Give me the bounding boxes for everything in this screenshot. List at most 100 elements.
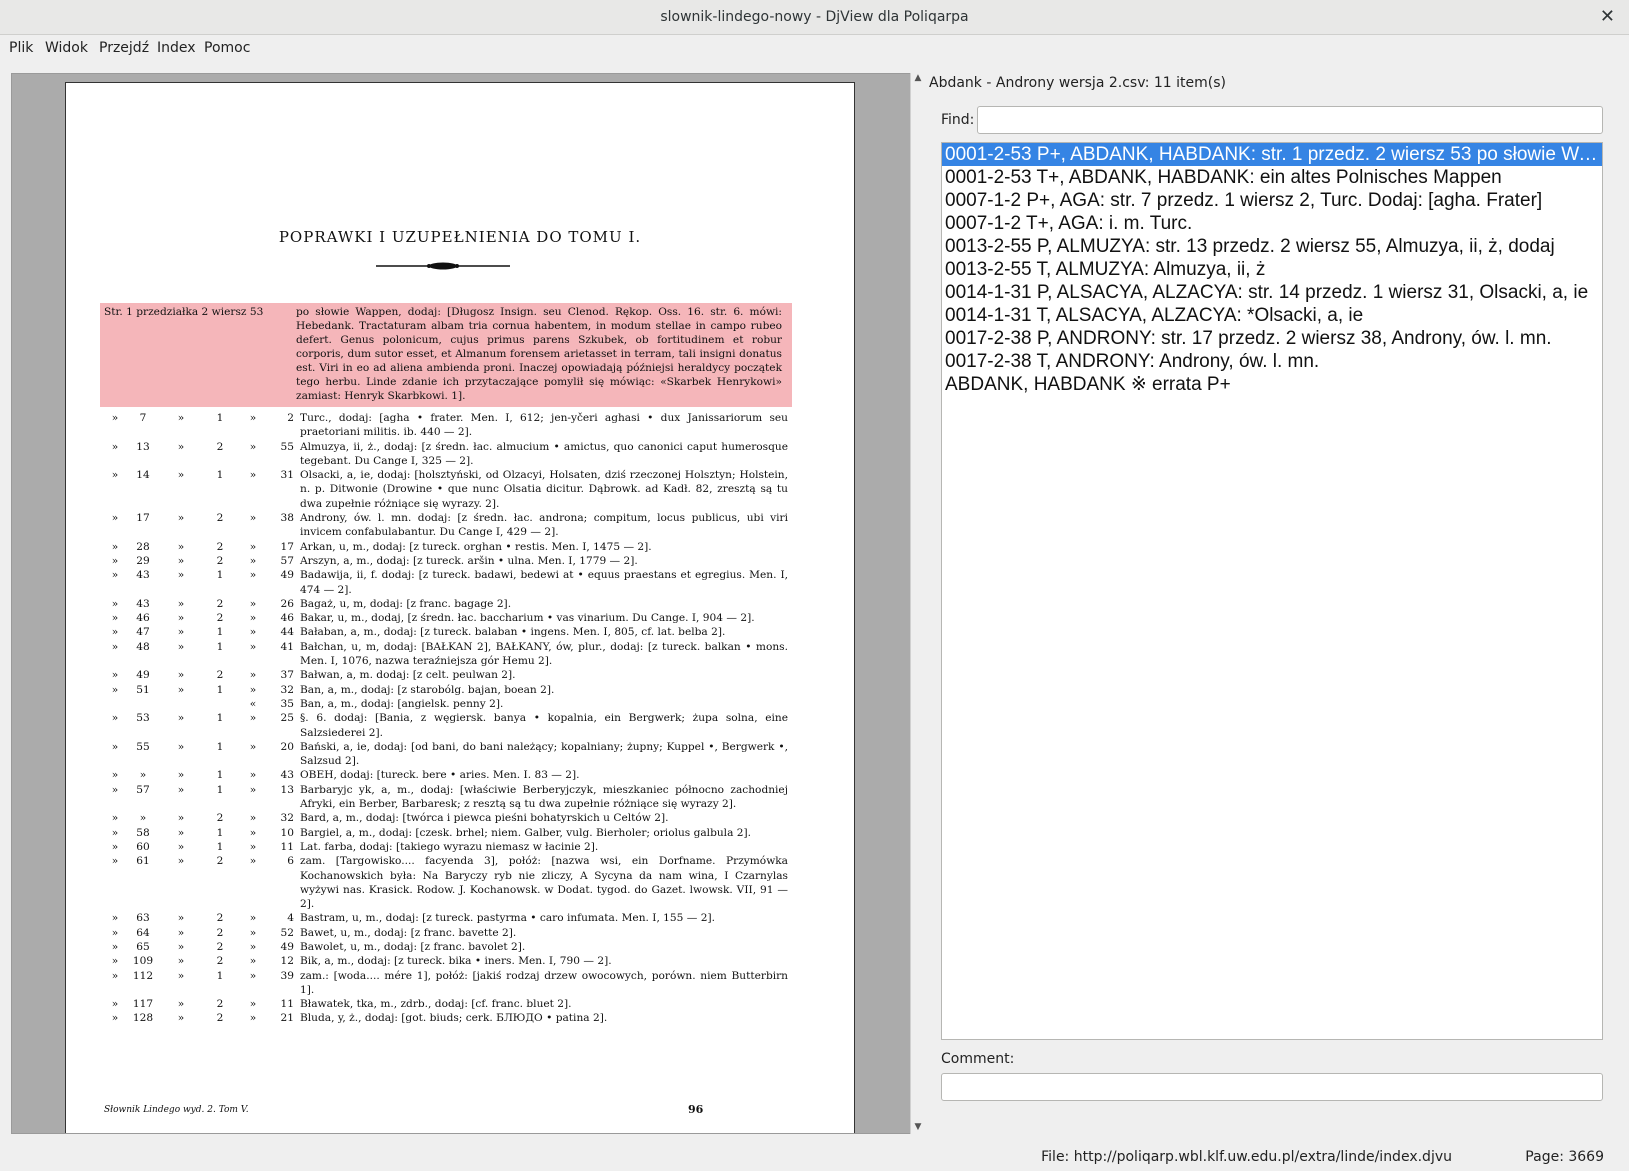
entry-ref-cell: » (111, 940, 119, 953)
comment-input[interactable] (941, 1073, 1603, 1101)
entry-ref-cell: 53 (136, 712, 150, 725)
menu-przejdz[interactable]: Przejdź (99, 40, 149, 56)
document-viewer[interactable]: POPRAWKI I UZUPEŁNIENIA DO TOMU I. Str. … (11, 73, 911, 1134)
menu-plik[interactable]: Plik (9, 40, 33, 56)
entry-row: » 117 » 2 » 11 Bławatek, tka, m., zdrb., dodaj… (104, 997, 788, 1011)
index-list-item[interactable]: 0013-2-55 P, ALMUZYA: str. 13 przedz. 2 … (942, 235, 1602, 258)
entry-ref-cell: 1 (216, 412, 224, 424)
scroll-up-icon[interactable]: ▲ (912, 73, 924, 85)
entry-row: » 29 » 2 » 57 Arszyn, a, m., dodaj: [z tureck.… (104, 554, 788, 568)
entry-text: Bik, a, m., dodaj: [z tureck. bika • ine… (300, 955, 612, 968)
entry-ref-cell: 58 (136, 826, 150, 839)
index-list-item[interactable]: 0007-1-2 P+, AGA: str. 7 przedz. 1 wiers… (942, 189, 1602, 212)
entry-ref-cell: 20 (280, 740, 294, 753)
entry-text: Almuzya, ii, ż., dodaj: [z średn. łac. a… (300, 440, 788, 467)
entry-ref-cell: 13 (136, 440, 150, 453)
entry-ref-cell: 52 (280, 926, 294, 939)
menu-index[interactable]: Index (157, 40, 196, 56)
entry-ref-cell: 2 (216, 998, 224, 1011)
index-list[interactable]: 0001-2-53 P+, ABDANK, HABDANK: str. 1 pr… (941, 142, 1603, 1040)
entry-ref-cell: » (111, 769, 119, 782)
entry-ref-cell: » (249, 554, 257, 567)
index-list-item[interactable]: 0017-2-38 P, ANDRONY: str. 17 przedz. 2 … (942, 327, 1602, 350)
entry-row: » » » 2 » 32 Bard, a, m., dodaj: [twórca i pie… (104, 811, 788, 825)
index-list-item[interactable]: 0007-1-2 T+, AGA: i. m. Turc. (942, 212, 1602, 235)
entry-text: Turc., dodaj: [agha • frater. Men. I, 61… (300, 412, 788, 439)
status-page: Page: 3669 (1525, 1149, 1604, 1165)
index-panel: Abdank - Androny wersja 2.csv: 11 item(s… (929, 73, 1618, 1134)
entry-text: Ban, a, m., dodaj: [angielsk. penny 2]. (300, 697, 504, 710)
entry-row: » 63 » 2 » 4 Bastram, u, m., dodaj: [z tureck.… (104, 911, 788, 925)
entry-text: zam. [Targowisko.... facyenda 3], połóż:… (300, 855, 788, 911)
index-list-item[interactable]: 0014-1-31 T, ALSACYA, ALZACYA: *Olsacki,… (942, 304, 1602, 327)
entry-ref-cell: » (111, 412, 119, 424)
entry-ref-cell: » (139, 769, 147, 782)
entry-text: Olsacki, a, ie, dodaj: [holsztyński, od … (300, 469, 788, 510)
entry-ref-cell: » (249, 440, 257, 453)
entry-ref-cell: « (249, 697, 257, 710)
entry-row: » 14 » 1 » 31 Olsacki, a, ie, dodaj: [holsztyń… (104, 468, 788, 511)
entry-ref-cell: » (177, 512, 185, 525)
entry-ref-cell: » (249, 469, 257, 482)
entry-ref-cell: 1 (216, 840, 224, 853)
entry-ref-cell: » (249, 855, 257, 868)
entry-ref-cell: » (249, 969, 257, 982)
entry-ref-cell: 28 (136, 540, 150, 553)
index-list-item[interactable]: 0001-2-53 P+, ABDANK, HABDANK: str. 1 pr… (942, 143, 1602, 166)
entry-ref-cell: 2 (216, 926, 224, 939)
entry-ref-cell: » (249, 540, 257, 553)
entry-ref-cell: » (111, 740, 119, 753)
entry-ref-cell: » (249, 840, 257, 853)
entry-row: » 55 » 1 » 20 Bański, a, ie, dodaj: [od bani, … (104, 740, 788, 769)
entry-ref-cell: » (111, 669, 119, 682)
entry-ref-cell: 1 (216, 469, 224, 482)
entry-row: « 35 Ban, a, m., dodaj: [angielsk. penny 2… (104, 697, 788, 711)
find-input[interactable] (977, 106, 1603, 134)
entry-ref-cell: » (177, 683, 185, 696)
entry-row: » 48 » 1 » 41 Bałchan, u, m, dodaj: [BAŁKAN 2]… (104, 640, 788, 669)
entry-text: Arszyn, a, m., dodaj: [z tureck. aršin •… (300, 554, 638, 567)
entry-ref-cell: » (249, 712, 257, 725)
entry-row: » 43 » 1 » 49 Badawija, ii, f. dodaj: [z turec… (104, 568, 788, 597)
entry-ref-cell: » (177, 612, 185, 625)
entry-ref-cell: 47 (136, 626, 150, 639)
entry-ref-cell: » (177, 855, 185, 868)
scroll-down-icon[interactable]: ▼ (912, 1122, 924, 1134)
index-list-item[interactable]: 0001-2-53 T+, ABDANK, HABDANK: ein altes… (942, 166, 1602, 189)
entry-ref-cell: » (249, 412, 257, 424)
status-bar: File: http://poliqarp.wbl.klf.uw.edu.pl/… (0, 1140, 1629, 1171)
entry-row: » 46 » 2 » 46 Bakar, u, m., dodaj, [z średn. ł… (104, 611, 788, 625)
entry-ref-cell: 57 (136, 783, 150, 796)
entry-ref-cell: » (177, 540, 185, 553)
entry-ref-cell: » (111, 955, 119, 968)
entry-ref-cell: » (249, 783, 257, 796)
index-list-item[interactable]: ABDANK, HABDANK ※ errata P+ (942, 373, 1602, 396)
entry-ref-cell: » (177, 940, 185, 953)
entry-ref-cell: » (111, 554, 119, 567)
entry-ref-cell: 17 (136, 512, 150, 525)
entry-ref-cell: 43 (136, 569, 150, 582)
index-list-item[interactable]: 0017-2-38 T, ANDRONY: Androny, ów. l. mn… (942, 350, 1602, 373)
entry-ref-cell (160, 697, 202, 711)
document-scrollbar[interactable]: ▲ ▼ (910, 73, 924, 1134)
menu-pomoc[interactable]: Pomoc (204, 40, 250, 56)
entry-row: » » » 1 » 43 ОВЕН, dodaj: [tureck. bere • arie… (104, 768, 788, 782)
entry-ref-cell: 117 (132, 998, 154, 1011)
entry-ref-cell: 39 (280, 969, 294, 982)
page-footer-source: Słownik Lindego wyd. 2. Tom V. (104, 1105, 249, 1115)
index-list-item[interactable]: 0013-2-55 T, ALMUZYA: Almuzya, ii, ż (942, 258, 1602, 281)
entry-row: » 60 » 1 » 11 Lat. farba, dodaj: [takiego wyra… (104, 840, 788, 854)
entry-ref-cell: 46 (136, 612, 150, 625)
entry-ref-cell: » (177, 712, 185, 725)
entry-ref-cell: 57 (280, 554, 294, 567)
entry-ref-cell: » (139, 812, 147, 825)
entry-ref-cell: 17 (280, 540, 294, 553)
entry-text: po słowie Wappen, dodaj: [Długosz Insign… (296, 306, 782, 402)
entry-ref-cell: » (111, 540, 119, 553)
entry-ref-cell (126, 697, 160, 711)
close-icon[interactable]: ✕ (1600, 6, 1615, 27)
index-list-item[interactable]: 0014-1-31 P, ALSACYA, ALZACYA: str. 14 p… (942, 281, 1602, 304)
menu-widok[interactable]: Widok (45, 40, 88, 56)
entry-ref-cell: 37 (280, 669, 294, 682)
entry-ref-cell: 43 (136, 597, 150, 610)
